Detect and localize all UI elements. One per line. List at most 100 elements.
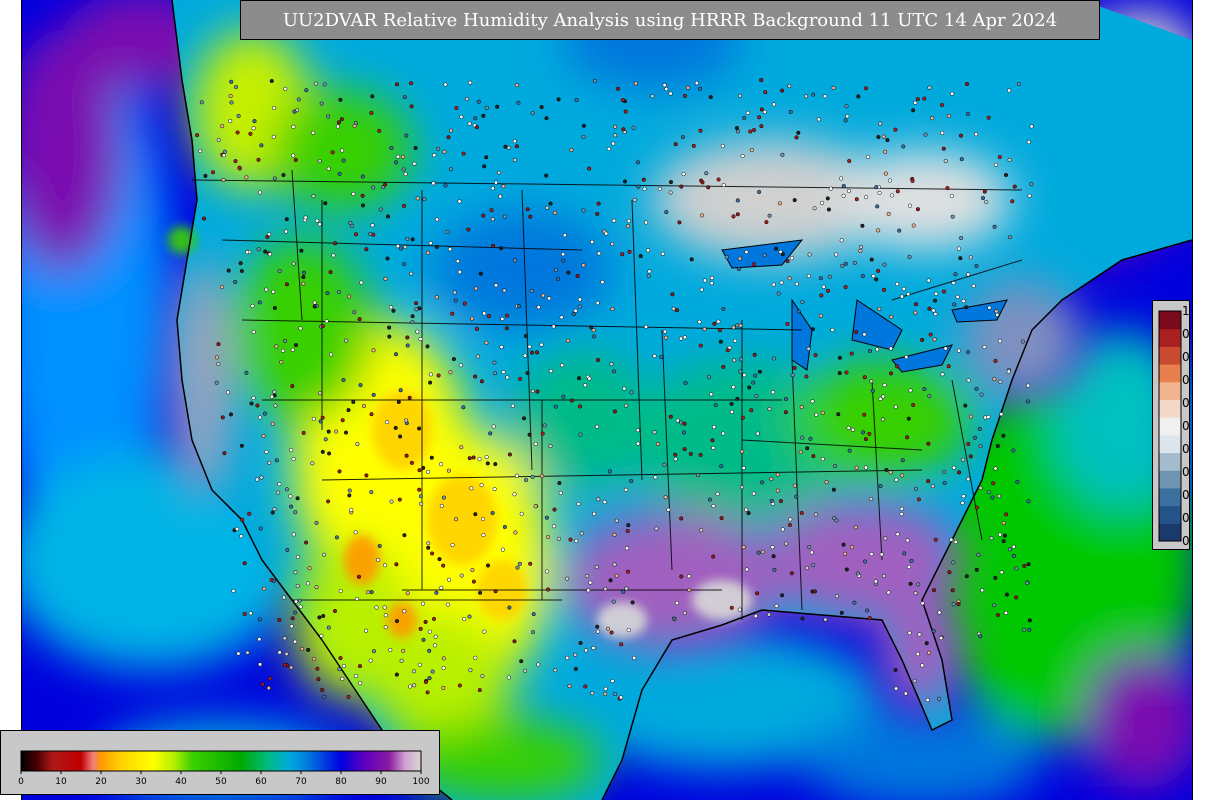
observation-marker: [560, 363, 565, 368]
observation-marker: [272, 507, 277, 512]
observation-marker: [623, 487, 629, 492]
observation-marker: [805, 565, 810, 571]
obs-error-colorbar-ticks: 1.0 0.9 0.8 0.7 0.6 0.5 0.4 0.3 0.2 0.1 0.0: [1182, 304, 1191, 548]
observation-marker: [249, 401, 254, 406]
observation-marker: [441, 685, 446, 690]
observation-marker: [821, 284, 826, 289]
observation-marker: [348, 220, 353, 225]
observation-marker: [530, 474, 535, 479]
observation-marker: [270, 510, 275, 515]
observation-marker: [272, 105, 277, 111]
rh-tick-label: 60: [255, 777, 267, 787]
observation-marker: [769, 476, 774, 481]
observation-marker: [809, 550, 814, 555]
observation-marker: [846, 188, 851, 193]
observation-marker: [660, 251, 665, 256]
observation-marker: [986, 115, 991, 120]
rh-tick-label: 10: [55, 777, 67, 787]
observation-marker: [545, 205, 550, 210]
observation-marker: [502, 524, 507, 530]
observation-marker: [281, 173, 286, 178]
observation-marker: [699, 213, 705, 218]
observation-marker: [477, 456, 482, 461]
observation-marker: [702, 278, 707, 283]
observation-marker: [881, 394, 886, 399]
observation-marker: [344, 338, 349, 343]
observation-marker: [441, 563, 446, 568]
observation-marker: [901, 286, 906, 291]
observation-marker: [515, 565, 520, 570]
observation-marker: [710, 438, 715, 443]
observation-marker: [410, 314, 415, 319]
observation-marker: [926, 479, 931, 484]
observation-marker: [841, 184, 846, 189]
observation-marker: [990, 495, 995, 500]
observation-marker: [458, 363, 463, 368]
observation-marker: [729, 605, 734, 610]
observation-marker: [757, 115, 762, 120]
observation-marker: [326, 166, 331, 171]
observation-marker: [274, 458, 279, 463]
observation-marker: [428, 372, 433, 377]
observation-marker: [979, 392, 984, 397]
observation-marker: [953, 272, 958, 277]
observation-marker: [320, 415, 325, 420]
observation-marker: [799, 510, 804, 516]
observation-marker: [606, 146, 611, 151]
observation-marker: [469, 486, 474, 491]
observation-marker: [377, 128, 382, 133]
observation-marker: [299, 646, 305, 652]
observation-marker: [878, 121, 883, 126]
observation-marker: [325, 291, 330, 296]
observation-marker: [306, 647, 311, 652]
observation-marker: [383, 276, 388, 281]
observation-marker: [439, 585, 444, 590]
observation-marker: [974, 505, 979, 510]
observation-marker: [328, 270, 333, 275]
observation-marker: [759, 124, 764, 129]
observation-marker: [652, 430, 657, 435]
observation-marker: [926, 278, 931, 283]
observation-marker: [365, 590, 370, 595]
observation-marker: [808, 436, 813, 441]
observation-marker: [488, 431, 493, 436]
observation-marker: [317, 222, 322, 227]
observation-marker: [553, 668, 558, 673]
observation-marker: [265, 234, 270, 239]
observation-marker: [530, 111, 535, 116]
observation-marker: [813, 353, 818, 358]
observation-marker: [435, 217, 440, 222]
observation-marker: [724, 254, 729, 260]
obs-tick-label: 0.7: [1182, 373, 1191, 387]
observation-marker: [437, 557, 442, 562]
obs-colorbar-swatch: [1159, 487, 1181, 507]
observation-marker: [347, 493, 352, 498]
observation-marker: [709, 281, 714, 286]
observation-marker: [831, 487, 836, 492]
observation-marker: [595, 211, 600, 216]
observation-marker: [446, 468, 451, 473]
observation-marker: [992, 603, 997, 608]
observation-marker: [1026, 562, 1031, 567]
observation-marker: [432, 153, 437, 158]
observation-marker: [425, 250, 430, 255]
observation-marker: [394, 672, 399, 677]
observation-marker: [677, 220, 682, 225]
observation-marker: [735, 198, 740, 203]
observation-marker: [834, 252, 839, 257]
observation-marker: [662, 462, 667, 467]
observation-marker: [284, 487, 290, 492]
obs-colorbar-swatch: [1159, 364, 1181, 383]
observation-marker: [620, 98, 625, 103]
observation-marker: [429, 455, 434, 460]
observation-marker: [959, 235, 964, 241]
obs-tick-label: 0.0: [1182, 534, 1191, 548]
observation-marker: [459, 573, 464, 578]
observation-marker: [448, 167, 454, 172]
observation-marker: [947, 570, 952, 575]
observation-marker: [753, 373, 758, 378]
observation-marker: [343, 430, 349, 435]
observation-marker: [845, 114, 850, 119]
observation-marker: [501, 184, 506, 189]
observation-marker: [364, 628, 369, 633]
